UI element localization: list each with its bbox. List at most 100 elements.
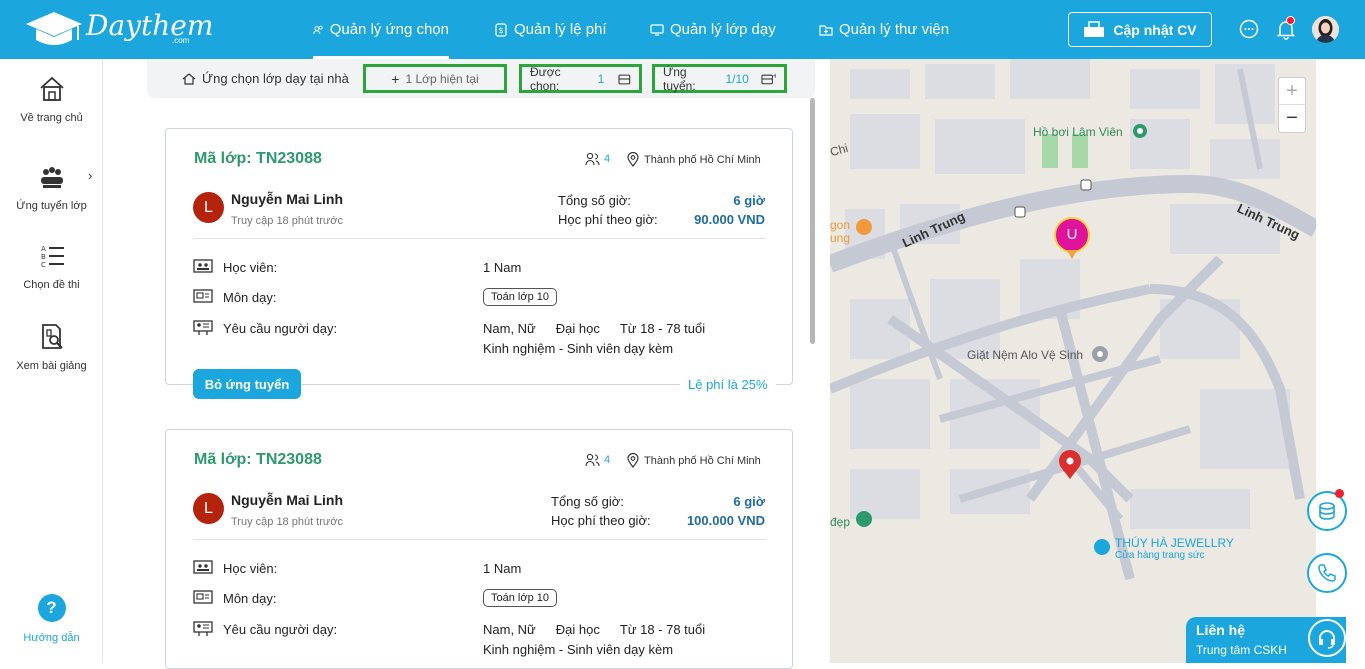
chevron-right-icon[interactable]: › [88, 168, 92, 183]
help-button[interactable]: ? Hướng dẫn [0, 594, 103, 644]
class-card: Mã lớp: TN23088 4 Thành phố Hồ Chí Minh … [165, 128, 793, 385]
brand-suffix: .com [172, 36, 190, 45]
plus-icon: + [391, 70, 400, 87]
zoom-in-button[interactable]: + [1279, 78, 1305, 105]
experience-value: Kinh nghiệm - Sinh viên dạy kèm [483, 341, 674, 356]
requirement-row: Yêu cầu người dạy: [193, 320, 337, 336]
experience-value: Kinh nghiệm - Sinh viên dạy kèm [483, 642, 674, 657]
contact-subtitle: Trung tâm CSKH [1196, 643, 1287, 657]
phone-icon [1318, 564, 1336, 582]
location-pin-icon [627, 152, 639, 167]
svg-text:B: B [41, 253, 46, 261]
contact-widget[interactable]: Liên hệ Trung tâm CSKH [1186, 617, 1346, 663]
teacher-icon [193, 621, 213, 636]
hours-value: 6 giờ [733, 193, 765, 208]
student-count: 4 [585, 453, 610, 467]
last-access: Truy cập 18 phút trước [231, 215, 343, 227]
top-bar: Daythem .com Quản lý ứng chọn $ Quản lý … [0, 0, 1365, 59]
users-icon [313, 25, 323, 34]
filter-title: Ứng chọn lớp dạy tại nhà [182, 59, 349, 98]
parent-name: Nguyễn Mai Linh [231, 492, 343, 508]
subject-tag: Toán lớp 10 [483, 589, 557, 607]
student-row: Học viên: [193, 259, 277, 275]
avatar: L [193, 493, 224, 524]
database-icon [1319, 502, 1335, 520]
cv-icon [1084, 20, 1105, 37]
subject-row: Môn dạy: [193, 590, 276, 606]
dollar-icon: $ [495, 22, 507, 37]
class-location: Thành phố Hồ Chí Minh [627, 152, 761, 167]
hours-label: Tổng số giờ: [551, 494, 624, 509]
student-value: 1 Nam [483, 561, 522, 576]
headset-icon [1308, 619, 1346, 657]
subject-icon [193, 289, 213, 303]
user-map-marker[interactable]: U [1064, 226, 1080, 243]
monitor-icon [650, 23, 664, 36]
nav-manage-classes[interactable]: Quản lý lớp dạy [650, 0, 776, 59]
scrollbar[interactable] [810, 98, 815, 344]
student-value: 1 Nam [483, 260, 522, 275]
last-access: Truy cập 18 phút trước [231, 516, 343, 528]
requirement-values: Nam, Nữ Đại học Từ 18 - 78 tuổi [483, 622, 706, 637]
selected-filter[interactable]: Được chọn: 1 [519, 64, 642, 93]
nav-manage-applications[interactable]: Quản lý ứng chọn [313, 0, 449, 59]
subject-icon [193, 590, 213, 604]
student-row: Học viên: [193, 560, 277, 576]
requirement-row: Yêu cầu người dạy: [193, 621, 337, 637]
sidebar: Về trang chủ Ứng tuyển lớp › ABC Chọn đề… [0, 59, 103, 663]
users-icon [585, 152, 600, 166]
class-location: Thành phố Hồ Chí Minh [627, 453, 761, 468]
map-label-jewelry-sub: Cửa hàng trang sức [1115, 550, 1205, 561]
zoom-out-button[interactable]: − [1279, 105, 1305, 132]
nav-label: Quản lý lớp dạy [670, 21, 776, 38]
nav-label: Quản lý lệ phí [514, 21, 607, 38]
map-label-partial: đẹp [830, 515, 851, 529]
subject-row: Môn dạy: [193, 289, 276, 305]
contact-title: Liên hệ [1196, 622, 1246, 638]
fee-value: 90.000 VND [694, 212, 765, 227]
class-code: Mã lớp: TN23088 [194, 150, 322, 167]
notification-dot [1286, 16, 1295, 25]
student-count: 4 [585, 152, 610, 166]
brand-name: Daythem [86, 8, 214, 42]
fee-label: Học phí theo giờ: [551, 513, 651, 528]
class-card: Mã lớp: TN23088 4 Thành phố Hồ Chí Minh … [165, 429, 793, 669]
student-icon [193, 259, 213, 273]
logo[interactable]: Daythem .com [24, 8, 214, 48]
parent-name: Nguyễn Mai Linh [231, 191, 343, 207]
svg-text:+: + [772, 72, 776, 80]
requirement-values: Nam, Nữ Đại học Từ 18 - 78 tuổi [483, 321, 706, 336]
home-icon [39, 76, 64, 101]
badge-dot [1335, 489, 1344, 498]
nav-manage-fees[interactable]: $ Quản lý lệ phí [494, 0, 607, 59]
svg-text:$: $ [498, 26, 503, 35]
phone-float-button[interactable] [1307, 553, 1347, 593]
nav-label: Quản lý ứng chọn [329, 21, 449, 38]
fee-label: Học phí theo giờ: [558, 212, 658, 227]
update-cv-button[interactable]: Cập nhật CV [1068, 12, 1212, 47]
graduation-hat-icon [26, 12, 82, 45]
sidebar-item-home[interactable]: Về trang chủ [0, 74, 103, 124]
nav-label: Quản lý thư viện [839, 21, 950, 38]
inbox-icon [618, 74, 631, 84]
map[interactable]: Hồ bơi Lâm Viên Linh Trung Linh Trung Gi… [830, 59, 1316, 663]
map-label-pool: Hồ bơi Lâm Viên [1033, 125, 1123, 139]
hours-label: Tổng số giờ: [558, 193, 631, 208]
current-class-filter[interactable]: + 1 Lớp hiện tại [363, 64, 507, 93]
folder-icon [819, 24, 833, 36]
sidebar-item-view-lectures[interactable]: Xem bài giảng [0, 322, 103, 372]
user-avatar[interactable] [1312, 16, 1339, 43]
nav-manage-library[interactable]: Quản lý thư viện [819, 0, 949, 59]
divider [193, 238, 766, 239]
avatar-image [1312, 16, 1339, 43]
chat-icon[interactable] [1238, 18, 1260, 40]
applied-filter[interactable]: Ứng tuyển: 1/10 + [652, 64, 787, 93]
cancel-application-button[interactable]: Bỏ ứng tuyển [193, 369, 301, 399]
users-icon [585, 453, 600, 467]
group-icon [40, 167, 63, 188]
sidebar-item-choose-exam[interactable]: ABC Chọn đề thi [0, 241, 103, 291]
fee-value: 100.000 VND [686, 513, 765, 528]
svg-text:C: C [41, 261, 46, 269]
document-search-icon [41, 324, 63, 349]
location-pin-icon [627, 453, 639, 468]
